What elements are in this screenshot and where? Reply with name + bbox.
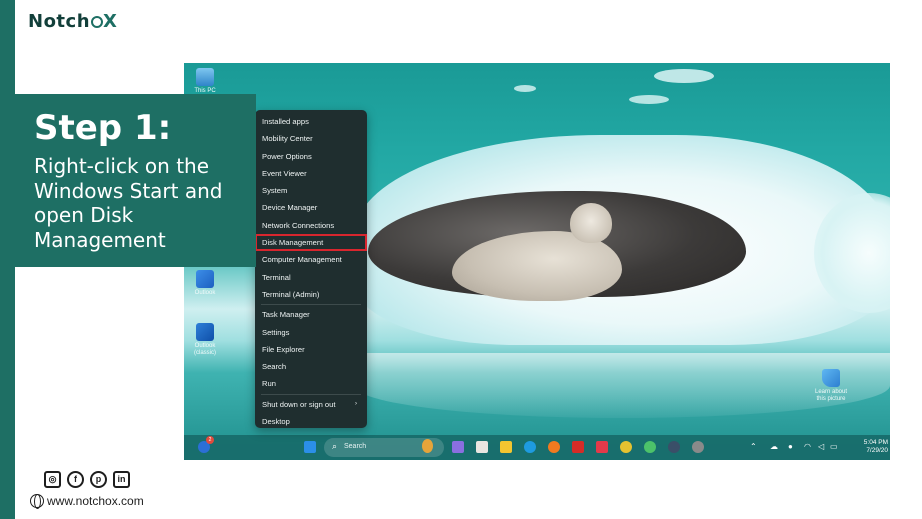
menu-item-task-manager[interactable]: Task Manager	[255, 306, 367, 323]
website-link[interactable]: www.notchox.com	[30, 494, 144, 509]
ice-floe-icon	[629, 95, 669, 104]
menu-item-event-viewer[interactable]: Event Viewer	[255, 165, 367, 182]
menu-item-mobility-center[interactable]: Mobility Center	[255, 130, 367, 147]
menu-item-search[interactable]: Search	[255, 358, 367, 375]
brand-name-x: X	[103, 11, 118, 32]
pinterest-icon[interactable]: p	[90, 471, 107, 488]
spotlight-picture-icon	[822, 369, 840, 387]
search-placeholder: Search	[344, 443, 367, 450]
ice-floe-icon	[514, 85, 536, 92]
menu-item-shut-down[interactable]: Shut down or sign out ›	[255, 396, 367, 413]
task-view-icon[interactable]	[476, 441, 488, 453]
outlook-icon	[196, 270, 214, 288]
step-title: Step 1:	[34, 108, 172, 148]
search-icon: ⌕	[332, 441, 338, 451]
desktop-icon-label: Outlook	[194, 290, 216, 296]
wifi-icon[interactable]: ◠	[804, 442, 811, 451]
outlook-classic-icon	[196, 323, 214, 341]
edge-icon[interactable]	[524, 441, 536, 453]
taskbar: 2 ⌕ Search ⌃ ☁ ● ◠ ◁ ▭ 5:04 PM 7/29/20	[184, 435, 890, 460]
menu-item-disk-management[interactable]: Disk Management	[255, 234, 367, 252]
battery-icon[interactable]: ▭	[830, 442, 838, 451]
settings-gear-icon[interactable]	[692, 441, 704, 453]
social-links: ◎ f p in	[44, 471, 130, 488]
brand-logo: Notch X	[28, 11, 117, 32]
desktop-icon-outlook[interactable]: Outlook	[186, 270, 224, 297]
brand-o-ring-icon	[90, 16, 103, 28]
desktop-icon-label: Outlook (classic)	[194, 343, 216, 356]
file-explorer-icon[interactable]	[500, 441, 512, 453]
start-context-menu: Installed apps Mobility Center Power Opt…	[255, 110, 367, 428]
desktop-icon-label: Learn about this picture	[814, 389, 848, 402]
menu-item-shut-down-label: Shut down or sign out	[262, 399, 336, 409]
menu-item-terminal[interactable]: Terminal	[255, 269, 367, 286]
menu-item-installed-apps[interactable]: Installed apps	[255, 113, 367, 130]
app-dark-icon[interactable]	[668, 441, 680, 453]
menu-item-settings[interactable]: Settings	[255, 324, 367, 341]
clock-date: 7/29/20	[866, 447, 888, 454]
globe-icon	[30, 494, 44, 509]
widgets-badge: 2	[206, 436, 214, 444]
monitor-icon	[196, 68, 214, 86]
menu-item-device-manager[interactable]: Device Manager	[255, 199, 367, 216]
linkedin-icon[interactable]: in	[113, 471, 130, 488]
search-highlight-icon[interactable]	[422, 439, 433, 453]
desktop-icon-spotlight[interactable]: Learn about this picture	[810, 369, 852, 403]
menu-item-network-connections[interactable]: Network Connections	[255, 217, 367, 234]
menu-item-desktop[interactable]: Desktop	[255, 413, 367, 430]
windows-start-icon[interactable]	[304, 441, 316, 453]
firefox-icon[interactable]	[548, 441, 560, 453]
volume-icon[interactable]: ◁	[818, 442, 824, 451]
menu-item-run[interactable]: Run	[255, 375, 367, 392]
seal-pup-head-image	[570, 203, 612, 243]
ice-floe-icon	[654, 69, 714, 83]
menu-separator	[261, 304, 361, 306]
website-url: www.notchox.com	[47, 494, 144, 508]
desktop-icon-outlook-classic[interactable]: Outlook (classic)	[186, 323, 224, 357]
facebook-icon[interactable]: f	[67, 471, 84, 488]
left-accent-band	[0, 0, 15, 519]
menu-separator	[261, 393, 361, 395]
app-green-icon[interactable]	[644, 441, 656, 453]
tray-mic-icon[interactable]: ●	[788, 442, 793, 451]
taskbar-clock[interactable]: 5:04 PM 7/29/20	[848, 439, 888, 455]
menu-item-power-options[interactable]: Power Options	[255, 148, 367, 165]
menu-item-file-explorer[interactable]: File Explorer	[255, 341, 367, 358]
tray-chevron-up-icon[interactable]: ⌃	[750, 442, 757, 451]
tray-cloud-icon[interactable]: ☁	[770, 442, 778, 451]
chrome-icon[interactable]	[620, 441, 632, 453]
instagram-icon[interactable]: ◎	[44, 471, 61, 488]
copilot-icon[interactable]	[452, 441, 464, 453]
menu-item-computer-management[interactable]: Computer Management	[255, 251, 367, 268]
step-instruction: Right-click on the Windows Start and ope…	[34, 154, 223, 252]
widgets-icon[interactable]: 2	[198, 436, 214, 453]
menu-item-terminal-admin[interactable]: Terminal (Admin)	[255, 286, 367, 303]
app-l-icon[interactable]	[596, 441, 608, 453]
step-card: Step 1: Right-click on the Windows Start…	[15, 94, 256, 267]
menu-item-system[interactable]: System	[255, 182, 367, 199]
brand-name-prefix: Notch	[28, 11, 91, 32]
desktop-icon-this-pc[interactable]: This PC	[186, 68, 224, 95]
netflix-icon[interactable]	[572, 441, 584, 453]
clock-time: 5:04 PM	[863, 439, 888, 446]
chevron-right-icon: ›	[355, 400, 357, 407]
